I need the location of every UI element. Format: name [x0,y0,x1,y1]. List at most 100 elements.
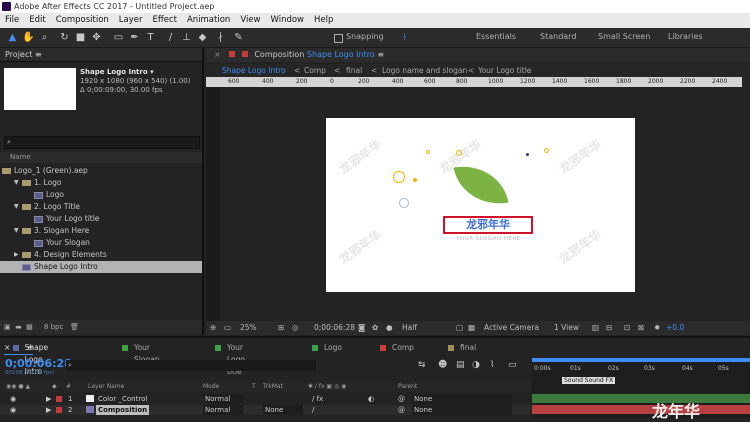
pen-tool-icon[interactable]: ✒ [128,31,141,44]
layer-name[interactable]: Composition [96,405,150,415]
timeline-tab[interactable]: Logo [312,342,342,354]
tree-item[interactable]: Your Slogan [0,237,202,249]
layer-name[interactable]: Color _Control [98,394,147,404]
expand-arrow-icon[interactable]: ▶ [14,249,19,261]
bit-depth-button[interactable]: 8 bpc [44,323,63,331]
column-mode[interactable]: Mode [203,382,219,392]
type-tool-icon[interactable]: T [144,31,157,44]
camera-dropdown[interactable]: Active Camera [484,321,539,335]
hand-tool-icon[interactable]: ✋ [22,31,35,44]
camera-snapshot-icon[interactable]: ◙ [358,321,365,335]
graph-editor-icon[interactable]: ⌇ [490,360,494,370]
tree-item[interactable]: ▼ 1. Logo [0,177,202,189]
views-dropdown[interactable]: 1 View [554,321,579,335]
panel-menu-icon[interactable]: ≡ [377,50,384,59]
layer-bar[interactable] [532,394,750,403]
toggle-pixel-icon[interactable]: ▥ [592,321,599,335]
interpret-footage-icon[interactable]: ▣ [4,323,11,331]
pickwhip-icon[interactable]: @ [398,405,405,415]
composition-canvas[interactable]: 龙邪年华 龙邪年华 龙邪年华 龙邪年华 龙邪年华 龙邪年华 YOUR SLOGA… [326,118,635,292]
column-parent[interactable]: Parent [398,382,417,392]
display-icon[interactable]: ▭ [224,321,231,335]
layer-row[interactable]: ◉ ▶ 1 Color _Control Normal / fx ◐ @ Non… [0,394,530,404]
clone-stamp-tool-icon[interactable]: ⊥ [180,31,193,44]
layer-parent-dropdown[interactable]: None [412,394,512,404]
panel-menu-icon[interactable]: ≡ [35,50,42,59]
zoom-tool-icon[interactable]: ⌕ [38,31,51,44]
tree-item[interactable]: Logo_1 (Green).aep [0,165,202,177]
project-search-input[interactable]: ⌕ [4,136,200,149]
menu-window[interactable]: Window [265,13,309,28]
region-of-interest-icon[interactable]: ▢ [456,321,463,335]
project-column-header[interactable]: Name [0,152,202,163]
tree-item[interactable]: Your Logo title [0,213,202,225]
menu-file[interactable]: File [0,13,24,28]
work-area-bar[interactable] [532,358,750,362]
layer-switches[interactable]: / [312,405,314,415]
lock-icon[interactable] [229,51,236,57]
close-icon[interactable]: × [214,50,221,59]
tree-item[interactable]: ▼ 2. Logo Title [0,201,202,213]
workspace-small-screen[interactable]: Small Screen [598,32,650,41]
motion-blur-icon[interactable]: ◑ [472,360,480,370]
expand-arrow-icon[interactable]: ▶ [46,394,51,404]
composition-viewer[interactable]: 龙邪年华 龙邪年华 龙邪年华 龙邪年华 龙邪年华 龙邪年华 YOUR SLOGA… [220,87,742,321]
column-trkmat[interactable]: TrkMat [263,382,283,392]
workspace-essentials[interactable]: Essentials [476,32,516,41]
visibility-icon[interactable]: ◉ [10,405,16,415]
menu-layer[interactable]: Layer [114,13,148,28]
zoom-level[interactable]: 25% [240,321,257,335]
snapping-checkbox[interactable] [334,34,343,43]
timeline-tab[interactable]: Your Logo title [215,342,245,376]
grid-icon[interactable]: ⊞ [278,321,284,335]
expand-arrow-icon[interactable]: ▼ [14,201,19,213]
expand-arrow-icon[interactable]: ▶ [46,405,51,415]
shy-icon[interactable]: ☻ [438,360,447,370]
breadcrumb-logo-name[interactable]: Logo name and slogan [382,64,467,77]
fast-preview-icon[interactable]: ⊟ [606,321,612,335]
layer-label-color[interactable] [56,396,62,402]
layer-row[interactable]: ◉ ▶ 2 Composition Normal None / @ None [0,405,530,415]
brainstorm-icon[interactable]: ▭ [508,360,517,370]
new-folder-icon[interactable]: ▬ [15,323,22,331]
breadcrumb-shape-logo-intro[interactable]: Shape Logo Intro [222,64,286,78]
layer-bar[interactable] [532,405,750,414]
workspace-standard[interactable]: Standard [540,32,576,41]
menu-composition[interactable]: Composition [51,13,114,28]
timeline-tab[interactable]: Comp [380,342,414,354]
transparency-grid-icon[interactable]: ▩ [468,321,475,335]
comp-flowchart-icon[interactable]: ⇆ [418,360,426,370]
puppet-tool-icon[interactable]: ✎ [232,31,245,44]
rotate-tool-icon[interactable]: ↻ [58,31,71,44]
expand-arrow-icon[interactable]: ▼ [14,177,19,189]
exposure-value[interactable]: +0.0 [666,321,684,335]
rectangle-tool-icon[interactable]: ▭ [112,31,125,44]
tree-item[interactable]: ▼ 3. Slogan Here [0,225,202,237]
tree-item[interactable]: ▶ 4. Design Elements [0,249,202,261]
timeline-timecode[interactable]: 0;00:06:28 [5,357,72,370]
mask-icon[interactable]: ◎ [292,321,299,335]
column-t[interactable]: T [252,382,256,392]
snap-options-icon[interactable]: ⟊ [398,31,411,44]
expand-arrow-icon[interactable]: ▼ [14,225,19,237]
menu-effect[interactable]: Effect [148,13,182,28]
breadcrumb-final[interactable]: final [346,64,362,77]
composition-tab-name[interactable]: Shape Logo Intro [307,50,375,59]
selection-tool-icon[interactable]: ▲ [6,31,19,44]
column-layer-name[interactable]: Layer Name [88,382,124,392]
exposure-icon[interactable]: ✹ [654,321,660,335]
timeline-icon[interactable]: ⊡ [624,321,630,335]
adjustment-icon[interactable]: ◐ [368,394,374,404]
timeline-tab[interactable]: × Shape Logo Intro ≡ [4,342,48,376]
layer-parent-dropdown[interactable]: None [412,405,512,415]
workspace-libraries[interactable]: Libraries [668,32,703,41]
timeline-graph-area[interactable]: 0:00s 01s 02s 03s 04s 05s Sound Sound FX… [532,358,750,421]
roto-brush-tool-icon[interactable]: ∤ [214,31,227,44]
logo-title-text[interactable]: 龙邪年华 [443,216,533,234]
menu-help[interactable]: Help [309,13,338,28]
color-swatch-icon[interactable]: ● [386,321,393,335]
timeline-tab[interactable]: Your Slogan [122,342,160,364]
tree-item-selected[interactable]: Shape Logo Intro [0,261,202,273]
new-comp-icon[interactable]: ▦ [26,323,33,331]
breadcrumb-your-logo-title[interactable]: Your Logo title [478,64,531,77]
